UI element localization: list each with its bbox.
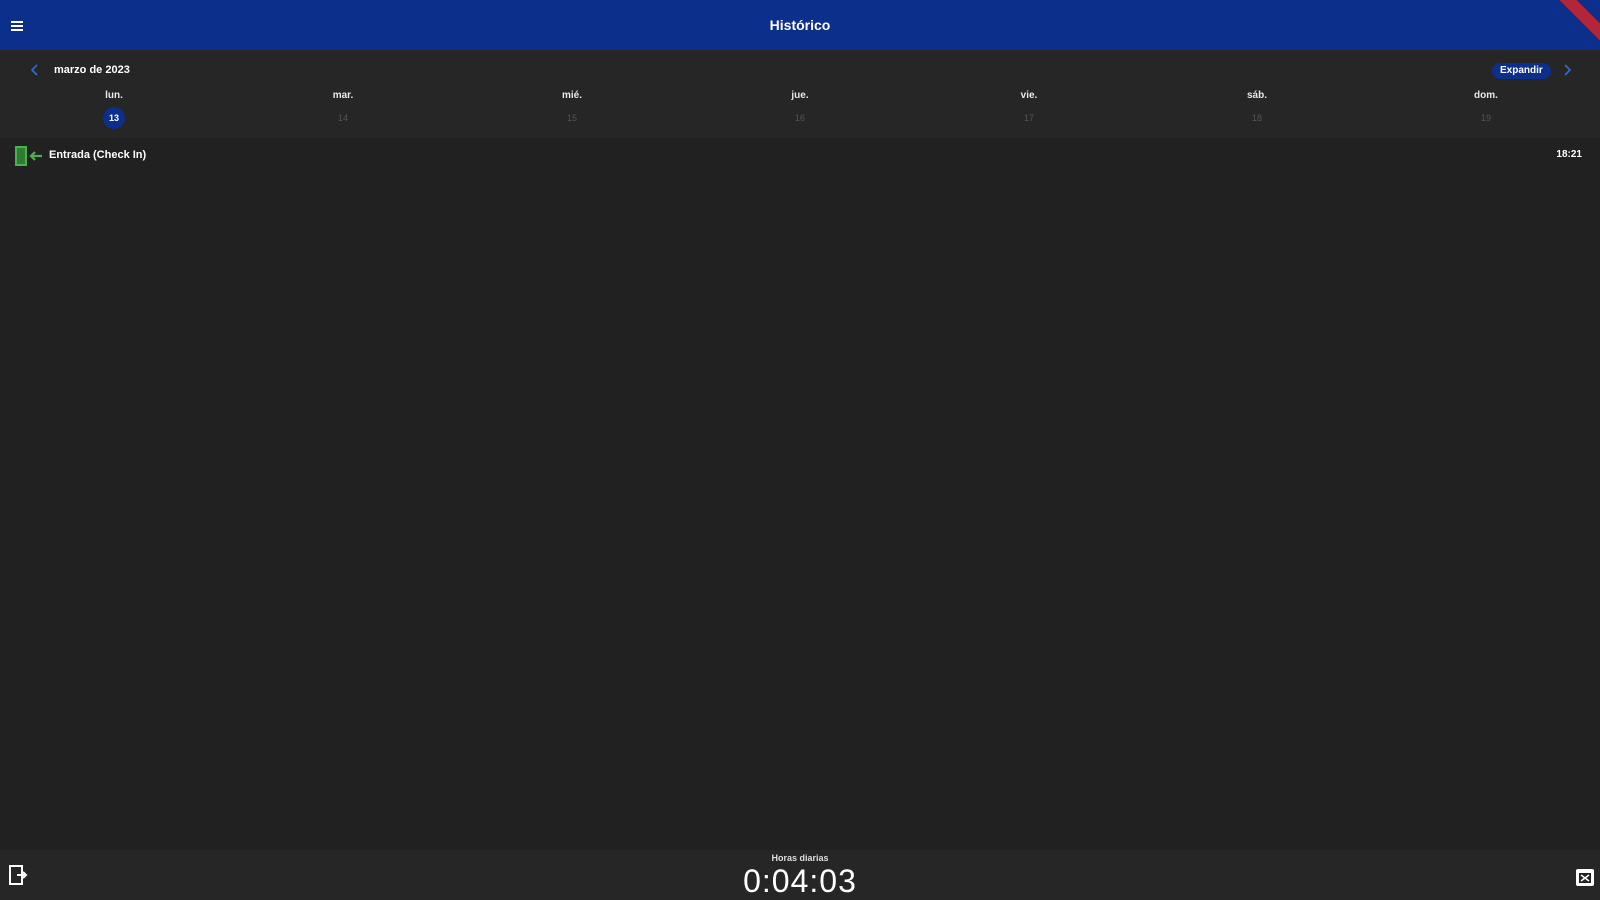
debug-banner: [1546, 0, 1600, 46]
day-monday[interactable]: lun. 13: [84, 88, 144, 129]
next-week-button[interactable]: [1558, 61, 1576, 79]
timer-value: 0:04:03: [743, 863, 857, 899]
calendar-grid-icon: [1576, 869, 1594, 886]
list-item[interactable]: Entrada (Check In) 18:21: [0, 140, 1600, 172]
day-name: mar.: [332, 90, 354, 101]
day-tuesday[interactable]: mar. 14: [313, 88, 373, 129]
daily-hours: Horas diarias 0:04:03: [700, 850, 900, 898]
chevron-right-icon: [1564, 64, 1572, 76]
day-number: 19: [1480, 113, 1491, 123]
day-number: 17: [1023, 113, 1034, 123]
bottom-bar: Horas diarias 0:04:03: [0, 850, 1600, 900]
door-enter-icon: [15, 146, 42, 166]
day-name: lun.: [105, 90, 123, 101]
page-title: Histórico: [769, 17, 831, 33]
day-wednesday[interactable]: mié. 15: [542, 88, 602, 129]
day-number-selected: 13: [103, 107, 125, 129]
day-saturday[interactable]: sáb. 18: [1227, 88, 1287, 129]
calendar-view-button[interactable]: [1575, 867, 1595, 887]
logout-icon: [9, 865, 28, 885]
previous-week-button[interactable]: [26, 61, 44, 79]
week-days: lun. 13 mar. 14 mié. 15 jue. 16 vie. 17 …: [0, 88, 1600, 134]
app-window: Histórico marzo de 2023 Expandir lun. 13…: [0, 0, 1600, 900]
day-sunday[interactable]: dom. 19: [1456, 88, 1516, 129]
entry-label: Entrada (Check In): [49, 149, 147, 161]
month-label: marzo de 2023: [54, 64, 130, 76]
week-calendar: marzo de 2023 Expandir lun. 13 mar. 14 m…: [0, 50, 1600, 138]
day-name: sáb.: [1246, 90, 1267, 101]
day-name: jue.: [791, 90, 809, 101]
chevron-left-icon: [30, 64, 38, 76]
day-thursday[interactable]: jue. 16: [770, 88, 830, 129]
day-friday[interactable]: vie. 17: [999, 88, 1059, 129]
menu-icon: [11, 21, 23, 31]
day-number: 16: [794, 113, 805, 123]
day-name: vie.: [1020, 90, 1038, 101]
day-name: dom.: [1474, 90, 1498, 101]
entry-time: 18:21: [1556, 149, 1582, 160]
expand-button[interactable]: Expandir: [1492, 63, 1551, 79]
day-number: 18: [1251, 113, 1262, 123]
day-name: mié.: [561, 90, 582, 101]
menu-button[interactable]: [10, 19, 26, 33]
logout-button[interactable]: [8, 864, 28, 886]
app-bar: Histórico: [0, 0, 1600, 50]
day-number: 14: [337, 113, 348, 123]
day-number: 15: [566, 113, 577, 123]
